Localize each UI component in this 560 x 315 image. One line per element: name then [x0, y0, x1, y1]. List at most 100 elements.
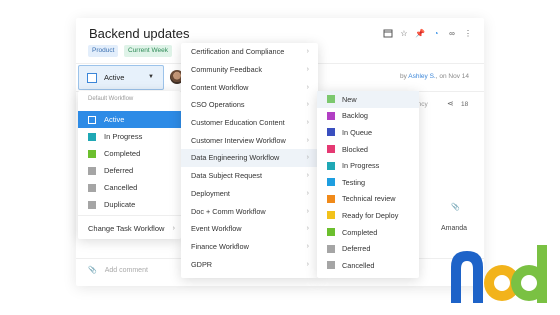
status-color-swatch: [88, 149, 96, 158]
divider: [78, 215, 181, 216]
status-color-swatch: [327, 261, 335, 270]
chevron-right-icon: ›: [172, 224, 175, 232]
workflow-option[interactable]: Event Workflow ›: [181, 220, 318, 238]
paperclip-icon[interactable]: 📎: [88, 266, 97, 274]
workflow-list-menu: Certification and Compliance › Community F…: [181, 43, 318, 278]
workflow-status-label: Completed: [342, 227, 378, 237]
tag-current-week[interactable]: Current Week: [124, 45, 172, 57]
status-color-swatch: [327, 161, 335, 170]
change-workflow-item[interactable]: Change Task Workflow ›: [78, 218, 181, 238]
workflow-option-label: CSO Operations: [191, 100, 245, 110]
chevron-right-icon: ›: [306, 119, 309, 127]
workflow-status-option[interactable]: Blocked: [317, 141, 419, 158]
status-color-swatch: [327, 228, 335, 237]
status-option[interactable]: Duplicate: [78, 196, 181, 213]
workflow-option[interactable]: Customer Education Content ›: [181, 114, 318, 132]
chevron-right-icon: ›: [306, 83, 309, 91]
attachment-icon[interactable]: 📎: [451, 203, 460, 211]
status-option[interactable]: Completed: [78, 145, 181, 162]
workflow-status-option[interactable]: Completed: [317, 224, 419, 241]
workflow-option[interactable]: GDPR ›: [181, 255, 318, 273]
workflow-option[interactable]: Data Engineering Workflow ›: [181, 149, 318, 167]
nod-logo: [451, 245, 547, 303]
status-color-swatch: [88, 200, 96, 209]
status-color-swatch: [88, 115, 96, 124]
author-link[interactable]: Ashley S.: [408, 73, 435, 80]
status-color-swatch: [327, 95, 335, 104]
status-option[interactable]: In Progress: [78, 128, 181, 145]
more-icon[interactable]: ⋮: [463, 28, 473, 38]
meta-prefix: by: [399, 73, 407, 80]
workflow-option-label: Finance Workflow: [191, 241, 249, 251]
workflow-option-label: Certification and Compliance: [191, 47, 285, 57]
chevron-right-icon: ›: [306, 207, 309, 215]
workflow-status-option[interactable]: Technical review: [317, 191, 419, 208]
share-icon[interactable]: ⋖: [447, 99, 454, 108]
workflow-option-label: Event Workflow: [191, 224, 242, 234]
workflow-option[interactable]: Customer Interview Workflow ›: [181, 131, 318, 149]
meta-date: , on Nov 14: [435, 73, 469, 80]
workflow-option-label: Deployment: [191, 188, 230, 198]
workflow-status-label: In Queue: [342, 127, 373, 137]
status-color-swatch: [327, 211, 335, 220]
chevron-right-icon: ›: [306, 101, 309, 109]
chevron-right-icon: ›: [306, 242, 309, 250]
workflow-option[interactable]: Data Subject Request ›: [181, 167, 318, 185]
status-color-swatch: [327, 178, 335, 187]
workflow-option-label: Data Subject Request: [191, 171, 262, 181]
status-square-icon: [87, 72, 97, 83]
workflow-option-label: Customer Interview Workflow: [191, 135, 286, 145]
status-option[interactable]: Active: [78, 111, 181, 128]
status-color-swatch: [88, 132, 96, 141]
menu-header: Default Workflow: [88, 96, 134, 102]
workflow-option[interactable]: Content Workflow ›: [181, 78, 318, 96]
workflow-status-label: Technical review: [342, 194, 396, 204]
task-title: Backend updates: [89, 26, 190, 41]
chevron-right-icon: ›: [306, 66, 309, 74]
workflow-status-option[interactable]: Testing: [317, 174, 419, 191]
workflow-status-option[interactable]: In Progress: [317, 157, 419, 174]
status-color-swatch: [327, 128, 335, 137]
star-icon[interactable]: ☆: [399, 28, 409, 38]
share-count: 18: [461, 101, 469, 108]
workflow-status-label: Deferred: [342, 244, 371, 254]
workflow-status-label: Testing: [342, 177, 366, 187]
status-color-swatch: [88, 183, 96, 192]
workflow-option[interactable]: Doc + Comm Workflow ›: [181, 202, 318, 220]
workflow-status-option[interactable]: New: [317, 91, 419, 108]
calendar-icon[interactable]: [383, 28, 393, 38]
add-comment-row[interactable]: 📎 Add comment: [88, 266, 148, 275]
status-color-swatch: [88, 166, 96, 175]
status-dropdown-button[interactable]: Active ▼: [78, 65, 164, 90]
task-toolbar: ☆ 📌 ◔ ∞ ⋮: [383, 28, 473, 38]
task-meta: by Ashley S., on Nov 14: [400, 73, 469, 80]
workflow-status-option[interactable]: Cancelled: [317, 257, 419, 274]
status-option-label: Completed: [104, 149, 141, 158]
status-color-swatch: [327, 194, 335, 203]
workflow-status-label: Backlog: [342, 111, 368, 121]
workflow-status-option[interactable]: In Queue: [317, 124, 419, 141]
workflow-option-label: Customer Education Content: [191, 118, 285, 128]
workflow-option[interactable]: CSO Operations ›: [181, 96, 318, 114]
workflow-option[interactable]: Certification and Compliance ›: [181, 43, 318, 61]
status-color-swatch: [327, 145, 335, 154]
tag-product[interactable]: Product: [88, 45, 119, 57]
chevron-right-icon: ›: [306, 154, 309, 162]
status-menu: Default Workflow Active In Progress Comple…: [78, 91, 181, 239]
chevron-right-icon: ›: [306, 48, 309, 56]
caret-down-icon: ▼: [148, 74, 154, 80]
workflow-option[interactable]: Community Feedback ›: [181, 61, 318, 79]
workflow-option[interactable]: Deployment ›: [181, 185, 318, 203]
workflow-status-option[interactable]: Deferred: [317, 240, 419, 257]
pin-icon[interactable]: 📌: [415, 28, 425, 38]
status-option[interactable]: Cancelled: [78, 179, 181, 196]
workflow-option-label: Doc + Comm Workflow: [191, 206, 266, 216]
status-option[interactable]: Deferred: [78, 162, 181, 179]
link-icon[interactable]: ∞: [447, 28, 457, 38]
workflow-status-option[interactable]: Backlog: [317, 108, 419, 125]
rss-icon[interactable]: ◔: [431, 28, 441, 38]
add-comment-input[interactable]: Add comment: [105, 267, 148, 274]
status-color-swatch: [327, 244, 335, 253]
workflow-option[interactable]: Finance Workflow ›: [181, 238, 318, 256]
workflow-status-option[interactable]: Ready for Deploy: [317, 207, 419, 224]
